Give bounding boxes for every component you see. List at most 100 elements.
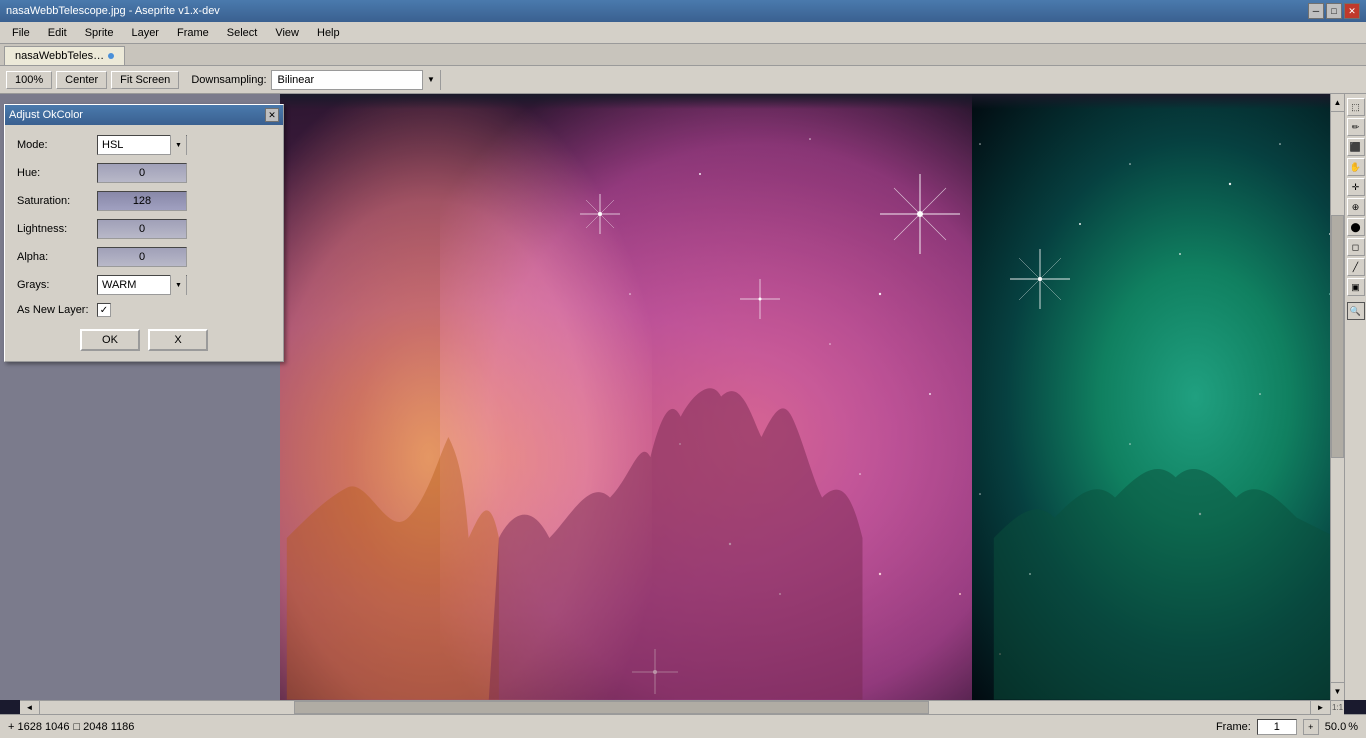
menu-bar: File Edit Sprite Layer Frame Select View… [0,22,1366,44]
hscroll-thumb[interactable] [294,701,929,714]
hscroll-left[interactable]: ◄ [20,701,40,714]
hue-label: Hue: [17,167,97,179]
star-spike-3 [880,174,960,254]
title-bar-controls: ─ □ ✕ [1308,3,1360,19]
star-spike-2 [740,279,780,319]
vscroll-down[interactable]: ▼ [1331,682,1344,700]
horizontal-scrollbar[interactable]: ◄ ► 1:1 [20,700,1344,714]
hscroll-track [40,701,1310,714]
grays-arrow[interactable]: ▼ [170,275,186,295]
newlayer-checkbox[interactable]: ✓ [97,303,111,317]
dialog-title: Adjust OkColor [9,109,83,121]
menu-select[interactable]: Select [219,25,266,41]
tool-paint[interactable]: ▣ [1347,278,1365,296]
close-button[interactable]: ✕ [1344,3,1360,19]
saturation-input[interactable]: 128 [97,191,187,211]
newlayer-label: As New Layer: [17,304,97,316]
hscroll-right[interactable]: ► [1310,701,1330,714]
title-bar: nasaWebbTelescope.jpg - Aseprite v1.x-de… [0,0,1366,22]
lightness-label: Lightness: [17,223,97,235]
dialog-buttons: OK X [17,329,271,351]
vscroll-thumb[interactable] [1331,215,1344,457]
cursor-position: + 1628 1046 [8,721,69,733]
frame-input[interactable] [1257,719,1297,735]
dialog-body: Mode: HSL ▼ Hue: 0 [5,125,283,361]
menu-help[interactable]: Help [309,25,348,41]
mode-label: Mode: [17,139,97,151]
vertical-scrollbar[interactable]: ▲ ▼ [1330,94,1344,700]
saturation-label: Saturation: [17,195,97,207]
alpha-label: Alpha: [17,251,97,263]
canvas-size: □ 2048 1186 [73,721,134,733]
zoom-increment-button[interactable]: + [1303,719,1319,735]
menu-view[interactable]: View [267,25,307,41]
status-bar: + 1628 1046 □ 2048 1186 Frame: + 50.0 % [0,714,1366,738]
tab-main[interactable]: nasaWebbTeles… [4,46,125,65]
tab-modified-dot [108,53,114,59]
mode-arrow[interactable]: ▼ [170,135,186,155]
frame-label: Frame: [1216,721,1251,733]
status-right: Frame: + 50.0 % [1216,719,1358,735]
center-button[interactable]: Center [56,71,107,89]
zoom-100-button[interactable]: 100% [6,71,52,89]
downsampling-value: Bilinear [272,74,422,86]
menu-frame[interactable]: Frame [169,25,217,41]
menu-edit[interactable]: Edit [40,25,75,41]
grays-row: Grays: WARM ▼ [17,275,271,295]
left-panel: Adjust OkColor ✕ Mode: HSL ▼ Hue: [0,94,280,700]
ok-button[interactable]: OK [80,329,140,351]
downsampling-label: Downsampling: [191,74,266,86]
vscroll-up[interactable]: ▲ [1331,94,1344,112]
cancel-button[interactable]: X [148,329,208,351]
fit-screen-button[interactable]: Fit Screen [111,71,179,89]
tool-hand[interactable]: ✋ [1347,158,1365,176]
toolbar: 100% Center Fit Screen Downsampling: Bil… [0,66,1366,94]
hue-input[interactable]: 0 [97,163,187,183]
star-spike-1 [580,194,620,234]
alpha-input[interactable]: 0 [97,247,187,267]
tab-bar: nasaWebbTeles… [0,44,1366,66]
adjust-okcolor-dialog: Adjust OkColor ✕ Mode: HSL ▼ Hue: [4,104,284,362]
alpha-row: Alpha: 0 [17,247,271,267]
tool-fill[interactable]: ⬤ [1347,218,1365,236]
canvas-area[interactable]: ▲ ▼ [280,94,1344,700]
tool-line[interactable]: ╱ [1347,258,1365,276]
downsampling-select[interactable]: Bilinear ▼ [271,70,441,90]
mode-value: HSL [98,139,170,151]
mode-select[interactable]: HSL ▼ [97,135,187,155]
grays-select[interactable]: WARM ▼ [97,275,187,295]
lightness-input[interactable]: 0 [97,219,187,239]
tool-eraser[interactable]: ◻ [1347,238,1365,256]
lightness-row: Lightness: 0 [17,219,271,239]
zoom-value: 50.0 [1325,721,1346,733]
main-area: Adjust OkColor ✕ Mode: HSL ▼ Hue: [0,94,1366,714]
title-bar-title: nasaWebbTelescope.jpg - Aseprite v1.x-de… [6,5,220,17]
menu-layer[interactable]: Layer [123,25,167,41]
nebula-mountains [280,336,1344,700]
checkbox-icon: ✓ [100,305,108,316]
hue-row: Hue: 0 [17,163,271,183]
tab-label: nasaWebbTeles… [15,50,104,62]
star-spike-7 [1010,249,1070,309]
resize-corner: 1:1 [1330,701,1344,715]
menu-sprite[interactable]: Sprite [77,25,122,41]
downsampling-arrow[interactable]: ▼ [422,70,440,90]
tool-brush[interactable]: ⬛ [1347,138,1365,156]
maximize-button[interactable]: □ [1326,3,1342,19]
dialog-close-button[interactable]: ✕ [265,108,279,122]
status-left: + 1628 1046 □ 2048 1186 [8,721,134,733]
tool-zoom[interactable]: 🔍 [1347,302,1365,320]
menu-file[interactable]: File [4,25,38,41]
zoom-suffix: % [1348,721,1358,733]
canvas-image [280,94,1344,700]
grays-value: WARM [98,279,170,291]
newlayer-row: As New Layer: ✓ [17,303,271,317]
dialog-titlebar: Adjust OkColor ✕ [5,105,283,125]
tool-eyedropper[interactable]: ⊕ [1347,198,1365,216]
tool-move[interactable]: ✛ [1347,178,1365,196]
tool-pencil[interactable]: ✏ [1347,118,1365,136]
tool-marquee[interactable]: ⬚ [1347,98,1365,116]
minimize-button[interactable]: ─ [1308,3,1324,19]
saturation-row: Saturation: 128 [17,191,271,211]
top-edge [280,94,1344,109]
